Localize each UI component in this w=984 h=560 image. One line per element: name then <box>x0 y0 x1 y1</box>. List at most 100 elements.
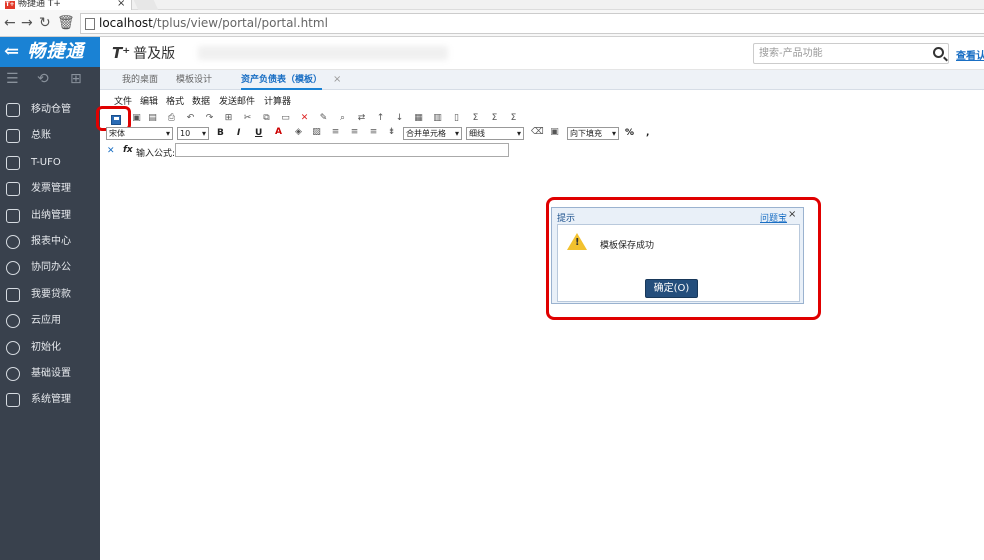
ledger-icon <box>6 129 20 144</box>
fill-color-icon[interactable]: ◈ <box>293 127 304 138</box>
eraser-icon[interactable]: ⌫ <box>531 127 544 138</box>
insert-object-icon[interactable]: ▣ <box>549 127 560 138</box>
undo-icon[interactable]: ↶ <box>185 113 196 124</box>
sidebar-item-t-ufo[interactable]: T-UFO <box>0 150 100 176</box>
close-icon[interactable]: × <box>117 0 125 9</box>
percent-button[interactable]: % <box>625 127 634 140</box>
sidebar-item-mobile-warehouse[interactable]: 移动仓管 <box>0 97 100 123</box>
sidebar-item-system-admin[interactable]: 系统管理 <box>0 387 100 413</box>
tab-balance-sheet-template[interactable]: 资产负债表（模板） <box>241 70 323 90</box>
dialog-help-link[interactable]: 问题宝 <box>760 211 787 224</box>
sidebar-item-label: 协同办公 <box>31 262 71 274</box>
url-input[interactable]: localhost/tplus/view/portal/portal.html <box>80 13 984 34</box>
wrap-icon[interactable]: ⇟ <box>386 127 397 138</box>
border-icon[interactable]: ▨ <box>311 127 322 138</box>
find-icon[interactable]: ⌕ <box>337 113 348 124</box>
menu-edit[interactable]: 编辑 <box>140 94 158 107</box>
view-auth-link[interactable]: 查看认 <box>956 47 984 62</box>
reload-icon[interactable]: ↻ <box>39 14 51 32</box>
menu-calculator[interactable]: 计算器 <box>264 94 291 107</box>
sidebar-item-general-ledger[interactable]: 总账 <box>0 123 100 149</box>
folder-icon[interactable]: ▥ <box>432 113 443 124</box>
thousands-button[interactable]: , <box>646 127 649 140</box>
sidebar-item-invoice[interactable]: 发票管理 <box>0 176 100 202</box>
url-host: localhost <box>99 16 153 30</box>
bold-button[interactable]: B <box>217 127 224 140</box>
sidebar-item-label: 系统管理 <box>31 394 71 406</box>
print-icon[interactable]: ⎙ <box>166 113 177 124</box>
cut-icon[interactable]: ✂ <box>242 113 253 124</box>
sidebar-item-initialize[interactable]: 初始化 <box>0 335 100 361</box>
sidebar-item-label: 移动仓管 <box>31 104 71 115</box>
tplus-favicon-icon: T+ <box>5 1 15 9</box>
sort-descending-icon[interactable]: ↓ <box>394 113 405 124</box>
standard-toolbar: ▣ ▤ ⎙ ↶ ↷ ⊞ ✂ ⧉ ▭ ✕ ✎ ⌕ ⇄ ↑ ↓ ▦ ▥ ▯ Σ Σ … <box>100 111 984 127</box>
menu-icon[interactable]: ☰ <box>6 71 19 87</box>
formula-input[interactable] <box>175 143 509 157</box>
merge-cells-select[interactable]: 合并单元格 <box>403 127 462 140</box>
sidebar-item-label: 基础设置 <box>31 367 71 379</box>
fill-down-select[interactable]: 向下填充 <box>567 127 619 140</box>
font-color-icon[interactable]: A <box>273 127 284 138</box>
italic-button[interactable]: I <box>237 127 240 140</box>
replace-icon[interactable]: ⇄ <box>356 113 367 124</box>
font-size-select[interactable]: 10 <box>177 127 209 140</box>
close-icon[interactable]: × <box>333 70 341 90</box>
line-style-select[interactable]: 细线 <box>466 127 524 140</box>
browser-tab[interactable]: T+ 畅捷通 T+ × <box>0 0 132 10</box>
search-icon[interactable] <box>933 47 944 58</box>
sum-row-icon[interactable]: Σ <box>489 113 500 124</box>
menu-format[interactable]: 格式 <box>166 94 184 107</box>
sort-ascending-icon[interactable]: ↑ <box>375 113 386 124</box>
app-header: T⁺ 普及版 搜索-产品功能 查看认 <box>100 37 984 70</box>
copy-icon[interactable]: ⧉ <box>261 113 272 124</box>
sidebar-item-cloud-apps[interactable]: 云应用 <box>0 308 100 334</box>
insert-table-icon[interactable]: ⊞ <box>223 113 234 124</box>
tab-my-desktop[interactable]: 我的桌面 <box>122 70 158 90</box>
menu-data[interactable]: 数据 <box>192 94 210 107</box>
cancel-formula-icon[interactable]: ✕ <box>107 146 115 156</box>
forward-arrow-icon[interactable]: → <box>21 14 33 32</box>
document-icon[interactable]: ▯ <box>451 113 462 124</box>
format-brush-icon[interactable]: ✎ <box>318 113 329 124</box>
sidebar-item-label: 总账 <box>31 130 51 142</box>
back-arrow-icon[interactable]: ← <box>4 14 16 32</box>
align-left-icon[interactable]: ≡ <box>330 127 341 138</box>
product-search-input[interactable]: 搜索-产品功能 <box>753 43 949 64</box>
monitor-icon <box>6 393 20 408</box>
print-preview-icon[interactable]: ▤ <box>147 113 158 124</box>
close-icon[interactable]: × <box>788 209 796 220</box>
font-family-select[interactable]: 宋体 <box>106 127 173 140</box>
insert-image-icon[interactable]: ▦ <box>413 113 424 124</box>
align-center-icon[interactable]: ≡ <box>349 127 360 138</box>
tab-template-design[interactable]: 模板设计 <box>176 70 212 90</box>
sidebar-item-label: 出纳管理 <box>31 209 71 221</box>
ok-button[interactable]: 确定(O) <box>645 279 698 298</box>
save-as-icon[interactable]: ▣ <box>131 113 142 124</box>
formula-label: 输入公式: <box>136 149 176 159</box>
fx-icon[interactable]: fx <box>123 145 133 155</box>
app-logo[interactable]: ⇐ 畅捷通 <box>0 37 100 67</box>
add-icon[interactable]: ⊞ <box>70 71 82 87</box>
sidebar-item-loan[interactable]: 我要贷款 <box>0 282 100 308</box>
sidebar-item-report-center[interactable]: 报表中心 <box>0 229 100 255</box>
align-right-icon[interactable]: ≡ <box>368 127 379 138</box>
brand-edition: 普及版 <box>133 46 176 62</box>
trash-icon[interactable]: 🗑 <box>57 14 75 32</box>
underline-button[interactable]: U <box>255 127 262 140</box>
new-tab-button[interactable] <box>133 0 159 10</box>
history-icon[interactable]: ⟲ <box>37 71 49 87</box>
page-icon <box>85 17 95 30</box>
sum-column-icon[interactable]: Σ <box>508 113 519 124</box>
redo-icon[interactable]: ↷ <box>204 113 215 124</box>
cloud-icon <box>6 314 20 329</box>
sidebar-item-basic-settings[interactable]: 基础设置 <box>0 361 100 387</box>
product-brand: T⁺ 普及版 <box>112 43 175 63</box>
sidebar-item-collaboration[interactable]: 协同办公 <box>0 255 100 281</box>
sum-icon[interactable]: Σ <box>470 113 481 124</box>
dialog-body: ! 模板保存成功 确定(O) <box>557 224 800 302</box>
sidebar-item-cashier[interactable]: 出纳管理 <box>0 203 100 229</box>
paste-icon[interactable]: ▭ <box>280 113 291 124</box>
menu-send-mail[interactable]: 发送邮件 <box>219 94 255 107</box>
delete-icon[interactable]: ✕ <box>299 113 310 124</box>
